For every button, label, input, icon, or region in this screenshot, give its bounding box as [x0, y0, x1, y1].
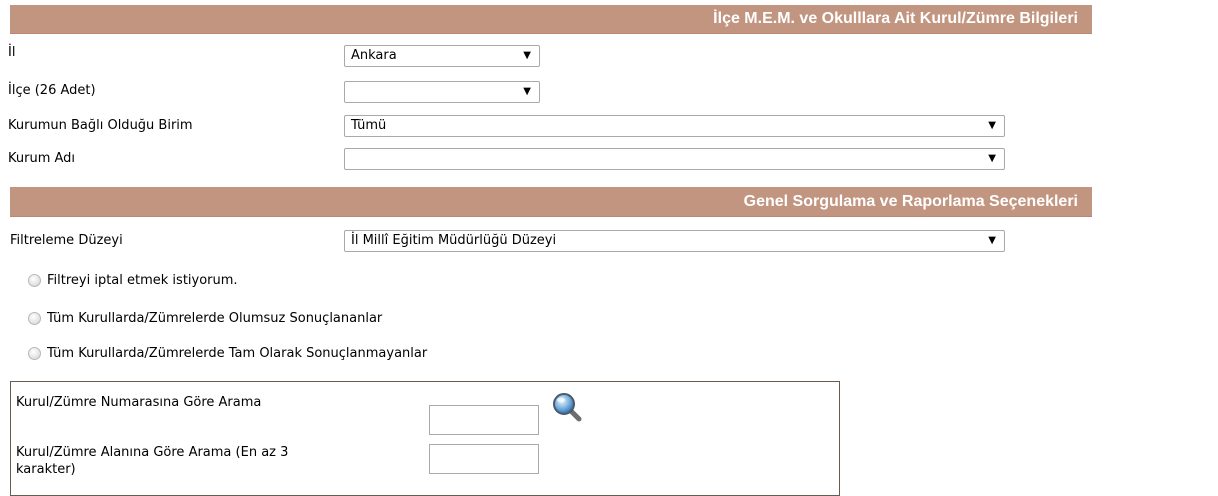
radio-label: Filtreyi iptal etmek istiyorum.	[47, 273, 238, 288]
chevron-down-icon: ▼	[523, 86, 531, 97]
radio-tam-olarak[interactable]: Tüm Kurullarda/Zümrelerde Tam Olarak Son…	[28, 346, 427, 361]
area-search-label-line1: Kurul/Zümre Alanına Göre Arama (En az 3	[16, 445, 289, 460]
birim-select-value: Tümü	[351, 118, 387, 133]
area-search-input[interactable]	[429, 444, 539, 474]
birim-label: Kurumun Bağlı Olduğu Birim	[8, 118, 193, 133]
filtreleme-duzeyi-value: İl Millî Eğitim Müdürlüğü Düzeyi	[351, 233, 557, 248]
ilce-label: İlçe (26 Adet)	[8, 83, 96, 98]
kurum-adi-select[interactable]: ▼	[344, 148, 1005, 170]
radio-filtre-iptal[interactable]: Filtreyi iptal etmek istiyorum.	[28, 273, 238, 288]
chevron-down-icon: ▼	[988, 235, 996, 246]
radio-label: Tüm Kurullarda/Zümrelerde Olumsuz Sonuçl…	[47, 311, 383, 326]
ilce-select[interactable]: ▼	[344, 81, 540, 103]
area-search-label-line2: karakter)	[16, 462, 76, 477]
il-select-value: Ankara	[351, 48, 397, 63]
radio-olumsuz[interactable]: Tüm Kurullarda/Zümrelerde Olumsuz Sonuçl…	[28, 311, 382, 326]
section-header-kurul-bilgileri: İlçe M.E.M. ve Okulllara Ait Kurul/Zümre…	[10, 5, 1092, 34]
section-title: Genel Sorgulama ve Raporlama Seçenekleri	[743, 192, 1078, 210]
radio-label: Tüm Kurullarda/Zümrelerde Tam Olarak Son…	[47, 346, 428, 361]
chevron-down-icon: ▼	[988, 120, 996, 131]
radio-button[interactable]	[28, 274, 41, 287]
radio-button[interactable]	[28, 347, 41, 360]
section-title: İlçe M.E.M. ve Okulllara Ait Kurul/Zümre…	[713, 10, 1078, 27]
chevron-down-icon: ▼	[523, 50, 531, 61]
il-select[interactable]: Ankara ▼	[344, 45, 540, 67]
il-label: İl	[8, 45, 16, 60]
birim-select[interactable]: Tümü ▼	[344, 115, 1005, 137]
search-panel: Kurul/Zümre Numarasına Göre Arama Kurul/…	[10, 381, 840, 496]
chevron-down-icon: ▼	[988, 153, 996, 164]
filtreleme-duzeyi-label: Filtreleme Düzeyi	[10, 233, 123, 248]
search-icon[interactable]	[551, 391, 583, 423]
number-search-label: Kurul/Zümre Numarasına Göre Arama	[16, 395, 262, 410]
radio-button[interactable]	[28, 312, 41, 325]
number-search-input[interactable]	[429, 405, 539, 435]
filtreleme-duzeyi-select[interactable]: İl Millî Eğitim Müdürlüğü Düzeyi ▼	[344, 230, 1005, 252]
section-header-sorgulama: Genel Sorgulama ve Raporlama Seçenekleri	[10, 187, 1092, 217]
kurum-adi-label: Kurum Adı	[8, 151, 76, 166]
